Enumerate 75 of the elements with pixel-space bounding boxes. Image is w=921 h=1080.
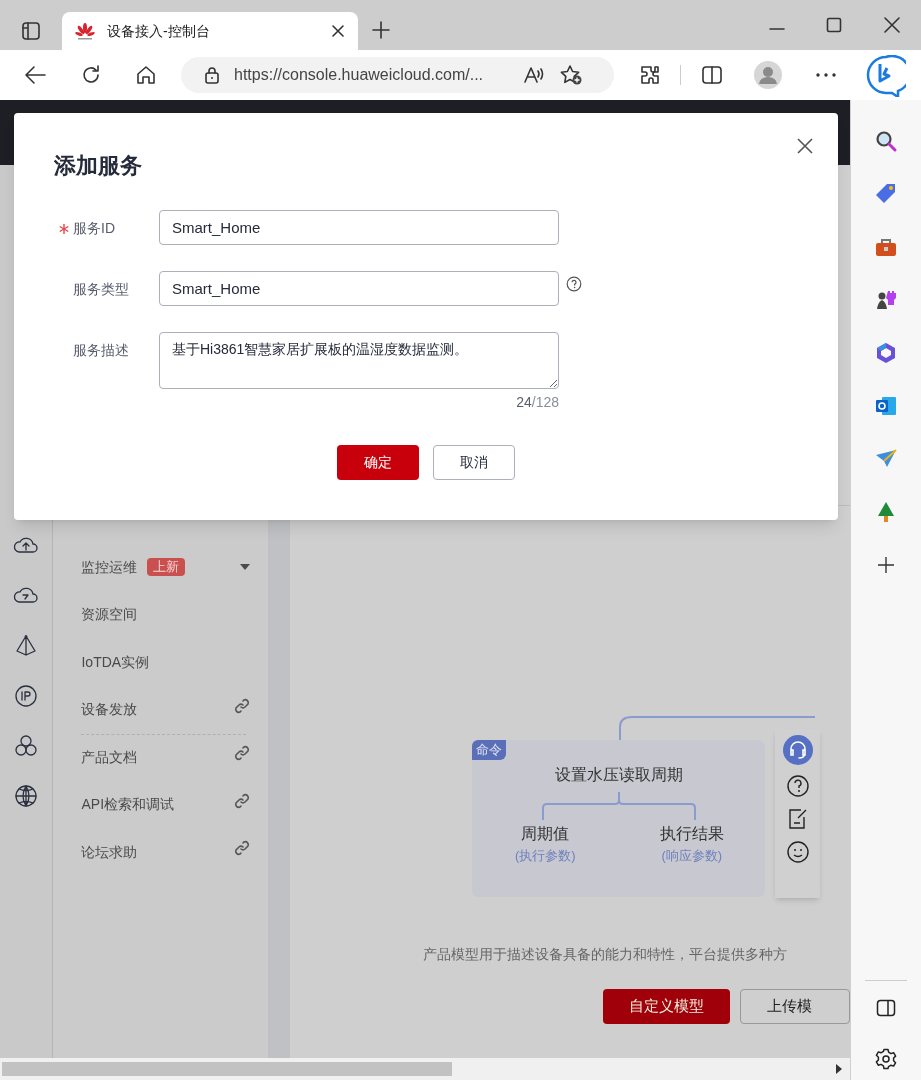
read-aloud-icon[interactable] <box>523 65 545 85</box>
tab-title: 设备接入-控制台 <box>107 21 211 41</box>
link-icon[interactable] <box>234 697 251 714</box>
text-field[interactable]: Smart_Home <box>159 271 559 306</box>
home-icon[interactable] <box>135 64 157 86</box>
nav-label: IoTDA实例 <box>81 652 150 672</box>
lock-icon <box>204 66 220 84</box>
intro-text: 产品模型用于描述设备具备的能力和特性，平台提供多种方 <box>423 945 788 964</box>
command-tag: 命令 <box>472 740 506 760</box>
nav-label: API检索和调试 <box>81 795 175 815</box>
param-name: 执行结果 <box>659 824 724 844</box>
hexagon-ring-icon[interactable] <box>874 340 898 365</box>
link-icon[interactable] <box>234 840 251 857</box>
flower-logo-icon <box>75 21 95 41</box>
globe-icon[interactable] <box>13 784 40 808</box>
refresh-icon[interactable] <box>80 64 102 86</box>
nav-label: 设备发放 <box>81 700 138 720</box>
close-icon[interactable] <box>884 17 900 33</box>
nav-item[interactable]: 产品文档 <box>81 733 251 781</box>
profile-avatar-icon[interactable] <box>754 61 782 89</box>
favorite-add-icon[interactable] <box>559 64 583 86</box>
dialog-title: 添加服务 <box>54 152 142 180</box>
headset-icon[interactable] <box>782 735 813 765</box>
new-tab-icon[interactable] <box>372 21 390 39</box>
upload-model-button[interactable]: 上传模 <box>740 989 850 1024</box>
ip-icon[interactable] <box>13 684 40 708</box>
nav-item[interactable]: 论坛求助 <box>81 828 251 876</box>
field-label: 服务描述 <box>73 341 129 360</box>
close-icon[interactable] <box>796 137 814 155</box>
maximize-icon[interactable] <box>826 17 842 33</box>
nav-item[interactable]: 资源空间 <box>81 591 251 639</box>
address-field[interactable]: https://console.huaweicloud.com/... <box>181 57 614 93</box>
nav-label: 产品文档 <box>81 747 138 767</box>
nav-item[interactable]: IoTDA实例 <box>81 638 251 686</box>
nav-item[interactable]: 监控运维 上新 <box>81 543 251 591</box>
nav-label: 论坛求助 <box>81 842 138 862</box>
more-icon[interactable] <box>815 72 837 78</box>
back-icon[interactable] <box>24 65 46 85</box>
description-field[interactable]: 基于Hi3861智慧家居扩展板的温湿度数据监测。 <box>159 332 559 389</box>
extensions-icon[interactable] <box>639 64 661 86</box>
sidebar-panel-icon[interactable] <box>876 999 896 1017</box>
field-label: 服务类型 <box>73 280 129 299</box>
nav-label: 资源空间 <box>81 605 138 625</box>
param-role: (响应参数) <box>661 847 723 865</box>
cancel-button[interactable]: 取消 <box>433 445 515 480</box>
tag-icon[interactable] <box>874 181 898 206</box>
scroll-right-icon[interactable] <box>836 1064 842 1074</box>
url-text: https://console.huaweicloud.com/... <box>234 65 485 85</box>
tab-actions-icon[interactable] <box>21 21 41 41</box>
smiley-icon[interactable] <box>785 840 810 864</box>
link-icon[interactable] <box>234 792 251 809</box>
new-tag: 上新 <box>147 558 186 577</box>
search-icon[interactable] <box>874 128 898 153</box>
link-icon[interactable] <box>234 745 251 762</box>
split-screen-icon[interactable] <box>701 65 723 85</box>
confirm-button[interactable]: 确定 <box>337 445 419 480</box>
close-icon[interactable] <box>331 24 345 38</box>
caret-down-icon[interactable] <box>240 564 251 571</box>
command-title: 设置水压读取周期 <box>554 765 683 785</box>
char-counter: 24/128 <box>516 393 559 412</box>
browser-tab[interactable]: 设备接入-控制台 <box>62 12 358 50</box>
nav-item[interactable]: API检索和调试 <box>81 781 251 829</box>
param-role: (执行参数) <box>514 847 576 865</box>
field-label: 服务ID <box>73 219 115 238</box>
param-name: 周期值 <box>521 824 570 844</box>
help-icon[interactable] <box>785 774 810 798</box>
scrollbar-thumb[interactable] <box>2 1062 452 1076</box>
circles-icon[interactable] <box>13 734 40 758</box>
create-model-button[interactable]: 自定义模型 <box>603 989 730 1024</box>
text-field[interactable]: Smart_Home <box>159 210 559 245</box>
nav-item[interactable]: 设备发放 <box>81 686 251 734</box>
help-icon[interactable] <box>566 276 582 292</box>
nav-label: 监控运维 <box>81 557 138 577</box>
chat-bubble-icon[interactable] <box>866 55 906 97</box>
settings-icon[interactable] <box>875 1048 897 1070</box>
